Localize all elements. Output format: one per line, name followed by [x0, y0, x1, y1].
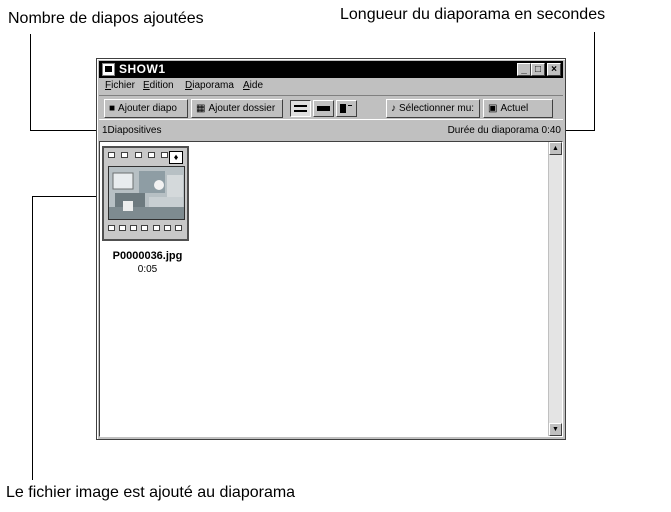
slide-duration: 0:05 — [137, 264, 158, 275]
details-view-icon — [340, 104, 346, 113]
menu-aide[interactable]: Aide — [243, 80, 263, 91]
minimize-button[interactable]: _ — [517, 63, 531, 76]
current-button[interactable]: ▣ Actuel — [483, 99, 553, 118]
leader-line-slides-h — [30, 130, 102, 131]
film-perforation-top — [108, 152, 168, 162]
leader-line-length-h — [566, 130, 595, 131]
view-thumbnails-button[interactable] — [290, 100, 311, 117]
app-icon — [102, 63, 115, 76]
select-music-button[interactable]: ♪ Sélectionner mu: — [386, 99, 480, 118]
title-bar[interactable]: SHOW1 _ □ × — [99, 61, 563, 78]
leader-line-slides-v — [30, 34, 31, 130]
room-photo-image — [109, 167, 184, 219]
status-row: 1Diapositives Durée du diaporama 0:40 — [99, 123, 563, 139]
slide-sound-icon: ♦ — [169, 151, 183, 164]
close-button[interactable]: × — [547, 63, 561, 76]
leader-line-file-h — [32, 196, 102, 197]
folder-icon: ▦ — [196, 103, 206, 114]
filmstrip-view-icon — [317, 106, 330, 111]
window-title: SHOW1 — [119, 62, 166, 76]
leader-line-file-v — [32, 196, 33, 480]
maximize-button[interactable]: □ — [531, 63, 545, 76]
annotation-slides-added: Nombre de diapos ajoutées — [8, 10, 204, 27]
toolbar: ■ Ajouter diapo ▦ Ajouter dossier ♪ Séle… — [99, 95, 563, 120]
menu-fichier[interactable]: Fichier — [105, 80, 135, 91]
current-icon: ▣ — [488, 103, 498, 114]
music-icon: ♪ — [391, 103, 396, 114]
menu-edition[interactable]: Edition — [143, 80, 174, 91]
scroll-down-button[interactable]: ▼ — [549, 423, 562, 436]
slides-count: 1Diapositives — [102, 125, 162, 136]
slide-photo — [108, 166, 185, 220]
slideshow-duration: Durée du diaporama 0:40 — [447, 125, 561, 136]
view-filmstrip-button[interactable] — [313, 100, 334, 117]
view-details-button[interactable] — [336, 100, 357, 117]
vertical-scrollbar[interactable]: ▲ ▼ — [548, 142, 562, 436]
annotation-slideshow-length: Longueur du diaporama en secondes — [340, 6, 606, 23]
menu-bar: Fichier Edition Diaporama Aide — [99, 79, 563, 94]
annotation-file-added: Le fichier image est ajouté au diaporama — [6, 484, 296, 501]
thumbnails-view-icon — [294, 105, 307, 107]
scroll-up-button[interactable]: ▲ — [549, 142, 562, 155]
add-folder-button[interactable]: ▦ Ajouter dossier — [191, 99, 283, 118]
film-perforation-bottom — [108, 225, 182, 235]
menu-diaporama[interactable]: Diaporama — [185, 80, 234, 91]
slide-icon: ■ — [109, 103, 116, 114]
leader-line-length-v — [594, 32, 595, 130]
slide-file-name: P0000036.jpg — [112, 250, 183, 262]
app-window: SHOW1 _ □ × Fichier Edition Diaporama Ai… — [96, 58, 566, 440]
slide-thumbnail[interactable]: ♦ — [102, 146, 189, 241]
slides-panel[interactable]: ♦ P0000036.jpg 0:05 ▲ ▼ — [99, 141, 563, 437]
add-slide-button[interactable]: ■ Ajouter diapo — [104, 99, 188, 118]
